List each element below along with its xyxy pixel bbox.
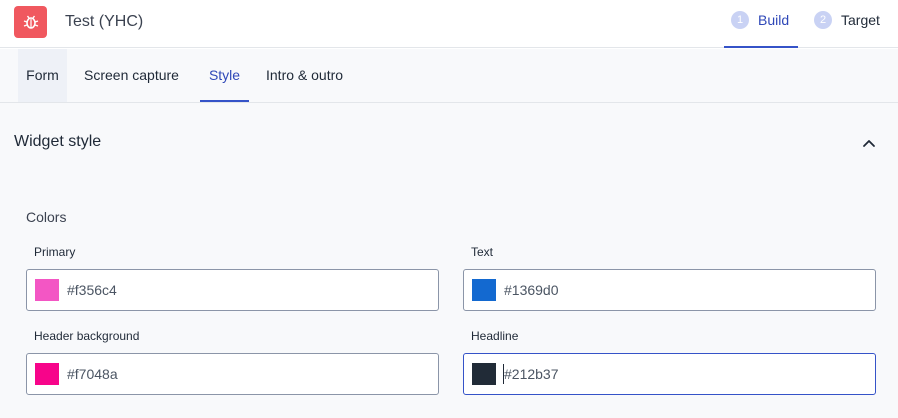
- color-swatch[interactable]: [35, 279, 59, 301]
- step-number: 2: [814, 11, 832, 29]
- text-color-field[interactable]: #1369d0: [463, 269, 876, 311]
- tab-form[interactable]: Form: [18, 49, 67, 102]
- header-background-label: Header background: [34, 329, 140, 343]
- section-title: Widget style: [14, 133, 102, 150]
- text-color-label: Text: [471, 245, 494, 259]
- hex-value: #f356c4: [67, 282, 117, 298]
- chevron-up-icon[interactable]: [859, 133, 879, 153]
- top-bar: Test (YHC) 1 Build 2 Target: [0, 0, 898, 48]
- hex-value: #212b37: [504, 366, 559, 382]
- colors-label: Colors: [26, 209, 67, 225]
- header-background-color-field[interactable]: #f7048a: [26, 353, 439, 395]
- hex-value: #f7048a: [67, 366, 118, 382]
- tab-intro-outro[interactable]: Intro & outro: [266, 49, 343, 102]
- widget-style-panel: Widget style Colors Primary #f356c4 Text…: [0, 103, 898, 418]
- tab-style[interactable]: Style: [200, 49, 249, 102]
- hex-value: #1369d0: [504, 282, 559, 298]
- headline-label: Headline: [471, 329, 519, 343]
- tab-screen-capture[interactable]: Screen capture: [84, 49, 179, 102]
- active-step-indicator: [724, 46, 798, 48]
- headline-color-field[interactable]: #212b37: [463, 353, 876, 395]
- step-build[interactable]: 1 Build: [731, 11, 789, 29]
- primary-color-field[interactable]: #f356c4: [26, 269, 439, 311]
- bug-icon: [23, 15, 38, 29]
- primary-label: Primary: [34, 245, 76, 259]
- app-logo[interactable]: [14, 6, 47, 38]
- color-swatch[interactable]: [35, 363, 59, 385]
- tab-bar: Form Screen capture Style Intro & outro: [0, 49, 898, 103]
- color-swatch[interactable]: [472, 279, 496, 301]
- color-swatch[interactable]: [472, 363, 496, 385]
- step-number: 1: [731, 11, 749, 29]
- step-label: Target: [841, 12, 880, 28]
- step-target[interactable]: 2 Target: [814, 11, 880, 29]
- step-label: Build: [758, 12, 790, 28]
- app-title: Test (YHC): [65, 13, 144, 30]
